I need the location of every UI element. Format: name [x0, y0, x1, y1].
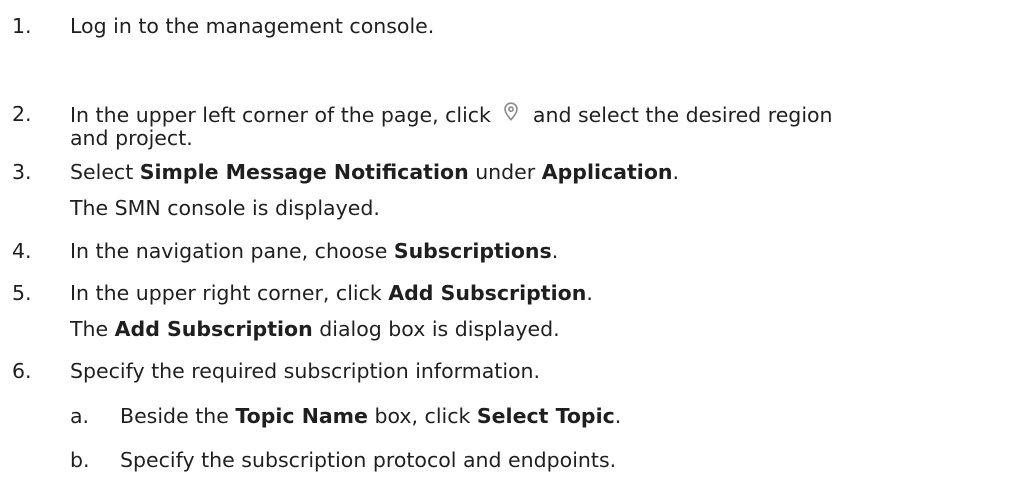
bold-term: Add Subscription	[114, 317, 313, 341]
step-number: 2.	[12, 102, 32, 126]
bold-term: Simple Message Notification	[139, 160, 469, 184]
bold-term: Add Subscription	[388, 281, 587, 305]
substep-letter: b.	[70, 448, 90, 472]
substep-text: Beside the Topic Name box, click Select …	[120, 404, 622, 428]
step-text: Log in to the management console.	[70, 14, 435, 38]
step-text: In the navigation pane, choose Subscript…	[70, 239, 559, 263]
step-number: 6.	[12, 359, 32, 383]
step-number: 5.	[12, 281, 32, 305]
step-text: Specify the required subscription inform…	[70, 359, 541, 383]
bold-term: Select Topic	[476, 404, 615, 428]
step-text: Select Simple Message Notification under…	[70, 160, 680, 184]
location-pin-icon	[499, 100, 523, 124]
substep-letter: a.	[70, 404, 90, 428]
step-number: 1.	[12, 14, 32, 38]
bold-term: Application	[541, 160, 673, 184]
substep-text: Specify the subscription protocol and en…	[120, 448, 617, 472]
step-result: The Add Subscription dialog box is displ…	[70, 317, 560, 341]
bold-term: Topic Name	[235, 404, 368, 428]
step-number: 3.	[12, 160, 32, 184]
step-text: In the upper right corner, click Add Sub…	[70, 281, 593, 305]
step-number: 4.	[12, 239, 32, 263]
step-result: The SMN console is displayed.	[70, 196, 380, 220]
bold-term: Subscriptions	[393, 239, 552, 263]
step-text-continued: and project.	[70, 126, 193, 150]
